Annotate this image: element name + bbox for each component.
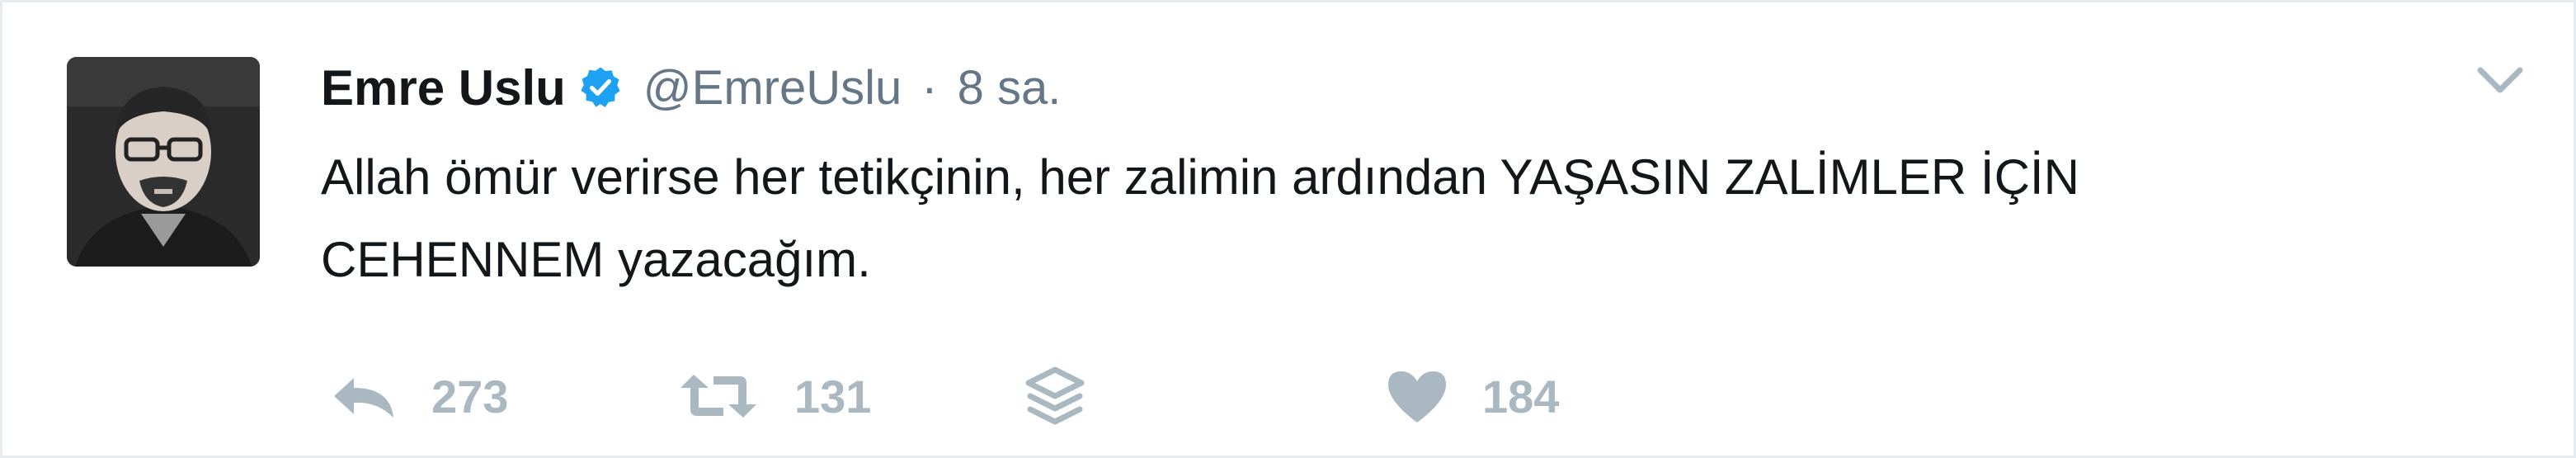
reply-button[interactable]: 273 [329, 359, 508, 433]
tweet-card[interactable]: Emre Uslu @EmreUslu · 8 sa. Allah ömür v… [0, 0, 2576, 458]
chevron-down-icon[interactable] [2474, 62, 2527, 100]
retweet-button[interactable]: 131 [676, 359, 871, 433]
tweet-text-line: Allah ömür verirse her tetikçinin, her z… [321, 149, 2079, 205]
heart-icon [1388, 371, 1446, 423]
reply-count: 273 [431, 370, 509, 423]
avatar[interactable] [67, 57, 260, 267]
reply-icon [334, 378, 393, 418]
like-count: 184 [1482, 370, 1560, 423]
avatar-image [67, 57, 260, 267]
tweet-text-line: CEHENNEM yazacağım. [321, 232, 871, 287]
like-button[interactable]: 184 [1385, 359, 1559, 433]
header-separator: · [921, 60, 938, 115]
retweet-icon [680, 375, 756, 418]
stack-button[interactable] [1024, 359, 1086, 433]
verified-badge-icon [577, 64, 624, 111]
author-name[interactable]: Emre Uslu [321, 59, 566, 116]
tweet-actions: 273 131 184 [321, 359, 1723, 433]
tweet-timestamp[interactable]: 8 sa. [958, 60, 1062, 116]
author-handle[interactable]: @EmreUslu [643, 60, 902, 116]
retweet-count: 131 [794, 370, 872, 423]
tweet-text: Allah ömür verirse her tetikçinin, her z… [321, 136, 2515, 301]
layers-icon [1025, 366, 1085, 425]
tweet-header: Emre Uslu @EmreUslu · 8 sa. [321, 50, 1061, 125]
